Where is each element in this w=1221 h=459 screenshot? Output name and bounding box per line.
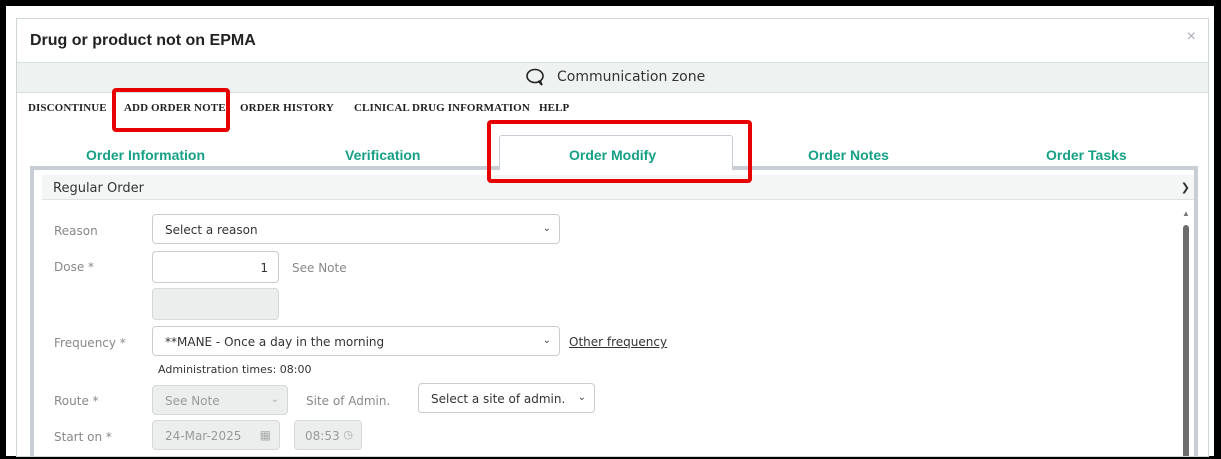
route-label: Route * — [54, 394, 99, 408]
scroll-thumb[interactable] — [1183, 225, 1189, 456]
modal-dialog: Drug or product not on EPMA × Communicat… — [16, 18, 1209, 457]
reason-select[interactable]: Select a reason ⌄ — [152, 214, 560, 244]
tab-order-modify[interactable]: Order Modify — [569, 147, 656, 163]
start-on-label: Start on * — [54, 430, 112, 444]
dialog-title: Drug or product not on EPMA — [30, 32, 256, 49]
scroll-up-arrow-icon[interactable]: ▲ — [1182, 209, 1190, 218]
chevron-down-icon: ⌄ — [542, 335, 551, 346]
clock-icon: ◷ — [343, 428, 353, 441]
menu-clinical-drug-information[interactable]: CLINICAL DRUG INFORMATION — [354, 102, 530, 114]
menu-add-order-note[interactable]: ADD ORDER NOTE — [124, 102, 226, 114]
start-date-value: 24-Mar-2025 — [165, 429, 242, 443]
menu-discontinue[interactable]: DISCONTINUE — [28, 102, 107, 114]
communication-zone-bar[interactable]: Communication zone — [17, 63, 1208, 93]
dose-unit: See Note — [292, 261, 347, 275]
administration-times: Administration times: 08:00 — [158, 363, 312, 376]
calendar-icon: ▦ — [259, 428, 271, 442]
chevron-down-icon: ⌄ — [577, 392, 586, 403]
order-type-label: Regular Order — [53, 181, 144, 196]
order-tabs: Order Information Verification Order Mod… — [17, 135, 1208, 170]
site-of-admin-label: Site of Admin. — [306, 394, 391, 408]
chevron-down-icon: ⌄ — [542, 223, 551, 234]
chevron-down-icon: ❯ — [1180, 182, 1190, 194]
start-time-input: 08:53 ◷ — [294, 420, 362, 450]
close-icon[interactable]: × — [1187, 28, 1196, 46]
menu-help[interactable]: HELP — [539, 102, 569, 114]
tab-order-information[interactable]: Order Information — [86, 147, 205, 163]
speech-bubble-icon — [526, 68, 544, 86]
tab-order-tasks[interactable]: Order Tasks — [1046, 147, 1127, 163]
content-scrollbar[interactable]: ▲ — [1182, 209, 1190, 456]
order-type-select[interactable]: Regular Order ❯ — [42, 175, 1194, 200]
dose-label: Dose * — [54, 260, 95, 274]
tab-verification[interactable]: Verification — [345, 147, 420, 163]
menu-order-history[interactable]: ORDER HISTORY — [240, 102, 334, 114]
dialog-title-bar: Drug or product not on EPMA × — [17, 19, 1208, 63]
reason-label: Reason — [54, 224, 98, 238]
chevron-down-icon: ⌄ — [270, 394, 279, 405]
route-select: See Note ⌄ — [152, 385, 288, 415]
site-of-admin-select-value: Select a site of admin. — [431, 392, 566, 406]
dose-secondary-input — [152, 288, 279, 320]
dose-input[interactable]: 1 — [152, 251, 279, 283]
route-select-value: See Note — [165, 394, 220, 408]
frequency-select[interactable]: **MANE - Once a day in the morning ⌄ — [152, 326, 560, 356]
reason-select-value: Select a reason — [165, 223, 258, 237]
tab-order-notes[interactable]: Order Notes — [808, 147, 889, 163]
start-date-input: 24-Mar-2025 ▦ — [152, 420, 280, 450]
order-action-menu: DISCONTINUE ADD ORDER NOTE ORDER HISTORY… — [17, 93, 1208, 121]
start-time-value: 08:53 — [305, 429, 340, 443]
other-frequency-link[interactable]: Other frequency — [569, 335, 667, 349]
site-of-admin-select[interactable]: Select a site of admin. ⌄ — [418, 383, 595, 413]
order-modify-panel: Regular Order ❯ Reason Select a reason ⌄… — [30, 169, 1198, 456]
frequency-label: Frequency * — [54, 336, 126, 350]
communication-zone-label: Communication zone — [557, 69, 706, 85]
frequency-select-value: **MANE - Once a day in the morning — [165, 335, 385, 349]
